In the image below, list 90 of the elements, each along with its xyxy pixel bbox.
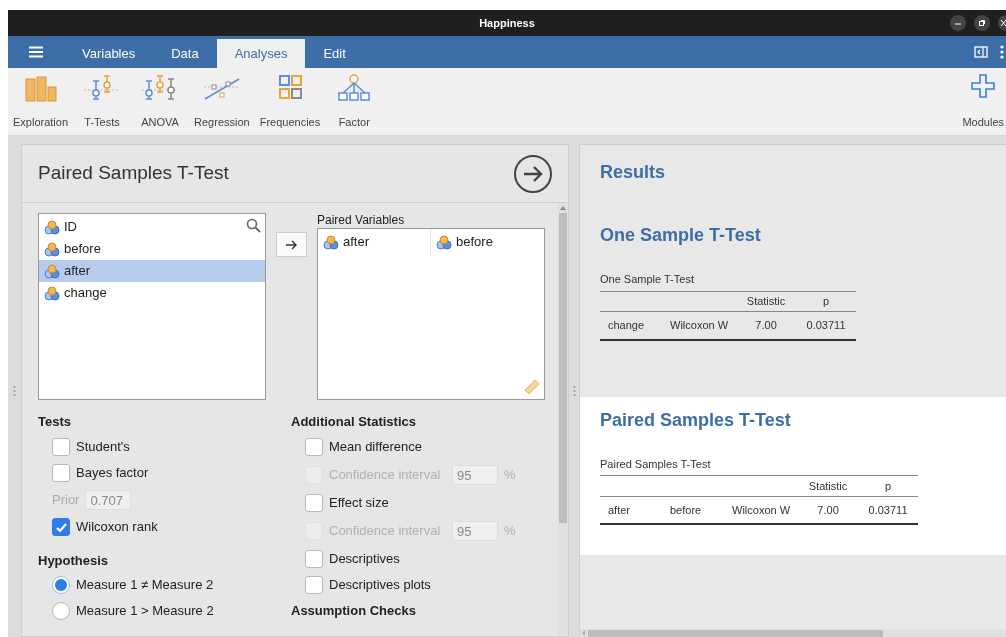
column-header: Statistic (798, 476, 859, 496)
checkbox[interactable] (52, 464, 70, 482)
section-heading: Assumption Checks (291, 601, 417, 620)
vertical-scrollbar[interactable] (558, 203, 568, 636)
paired-variable[interactable]: before (431, 229, 544, 255)
run-button[interactable] (514, 154, 552, 193)
variable-item[interactable]: ID (39, 216, 265, 238)
table-cell: 7.00 (798, 496, 859, 524)
menu-tab[interactable]: Data (153, 39, 217, 68)
checkbox[interactable] (52, 438, 70, 456)
menu-icon (28, 46, 44, 58)
variable-icon (44, 241, 60, 257)
radio-button[interactable] (52, 602, 70, 620)
checkbox[interactable] (305, 550, 323, 568)
checkbox[interactable] (305, 438, 323, 456)
close-button[interactable] (998, 15, 1006, 31)
table-cell: change (600, 311, 662, 340)
paired-variable[interactable]: after (318, 229, 431, 255)
results-title: Results (599, 161, 667, 184)
menu-tab[interactable]: Edit (305, 39, 364, 68)
option-label: Mean difference (329, 438, 422, 457)
variable-item[interactable]: before (39, 238, 265, 260)
option-label: Bayes factor (76, 464, 149, 483)
radio-button[interactable] (52, 576, 70, 594)
analysis-title: Paired Samples T-Test (38, 161, 229, 186)
variable-icon (323, 234, 339, 250)
minimize-button[interactable] (950, 15, 966, 31)
option-label: Descriptives plots (329, 576, 431, 595)
table-cell: before (662, 496, 724, 524)
option-label: Student's (76, 438, 130, 457)
plus-icon (970, 72, 997, 99)
option-label: Measure 1 > Measure 2 (76, 602, 214, 621)
column-header: Statistic (736, 291, 797, 312)
section-heading: Additional Statistics (291, 413, 417, 432)
percent-sign: % (504, 466, 516, 485)
section-heading: Tests (38, 413, 72, 432)
option-label: Wilcoxon rank (76, 518, 158, 537)
ribbon-button[interactable]: T-Tests (73, 72, 132, 131)
option-label: Descriptives (329, 550, 400, 569)
variable-icon (44, 263, 60, 279)
horizontal-scrollbar[interactable] (580, 629, 1006, 637)
paired-variables-label: Paired Variables (317, 213, 406, 228)
panel-toggle-icon[interactable] (974, 46, 988, 58)
menu-tab[interactable]: Analyses (216, 39, 306, 68)
menu-tab[interactable]: Variables (64, 39, 154, 68)
scroll-left-icon (580, 630, 588, 636)
more-icon[interactable] (1000, 45, 1004, 59)
option-label: Effect size (329, 494, 389, 513)
field-label: Prior (52, 491, 80, 510)
table-cell: 7.00 (736, 311, 797, 340)
percent-sign: % (504, 522, 516, 541)
table-cell: Wilcoxon W (662, 311, 737, 340)
arrow-right-icon (286, 239, 297, 250)
close-icon (1000, 19, 1006, 27)
option-label: Measure 1 ≠ Measure 2 (76, 576, 214, 595)
section-title: One Sample T-Test (600, 224, 762, 247)
splitter-handle-icon[interactable] (13, 384, 16, 397)
checkbox[interactable] (52, 518, 70, 536)
table-cell: 0.03711 (858, 496, 919, 524)
ribbon-button[interactable]: Factor (325, 72, 384, 131)
ruler-icon (524, 379, 540, 395)
modules-button[interactable]: Modules (960, 72, 1006, 131)
ribbon-button[interactable]: ANOVA (131, 72, 190, 131)
splitter-handle-icon[interactable] (572, 384, 576, 397)
scroll-up-icon (560, 206, 566, 210)
window-title: Happiness (479, 15, 535, 31)
move-button[interactable] (276, 232, 307, 257)
column-header: p (858, 476, 919, 496)
variable-item[interactable]: change (39, 282, 265, 304)
section-title: Paired Samples T-Test (600, 408, 792, 432)
column-header: p (796, 291, 857, 312)
table-caption: Paired Samples T-Test (600, 455, 919, 476)
table-caption: One Sample T-Test (600, 271, 857, 292)
ribbon-button[interactable]: Regression (189, 72, 255, 131)
variable-item[interactable]: after (39, 260, 265, 282)
checkbox[interactable] (305, 576, 323, 594)
restore-icon (978, 19, 986, 27)
section-heading: Hypothesis (38, 551, 110, 570)
search-icon[interactable] (246, 218, 261, 233)
table-cell: 0.03711 (796, 311, 857, 340)
checkbox[interactable] (305, 494, 323, 512)
ribbon-button[interactable]: Frequencies (254, 72, 326, 131)
maximize-button[interactable] (974, 15, 990, 31)
variable-icon (44, 285, 60, 301)
arrow-right-icon (523, 164, 543, 183)
variable-icon (44, 219, 60, 235)
ribbon-button[interactable]: Exploration (8, 72, 74, 131)
table-cell: after (600, 496, 662, 524)
variable-icon (436, 234, 452, 250)
table-cell: Wilcoxon W (724, 496, 799, 524)
